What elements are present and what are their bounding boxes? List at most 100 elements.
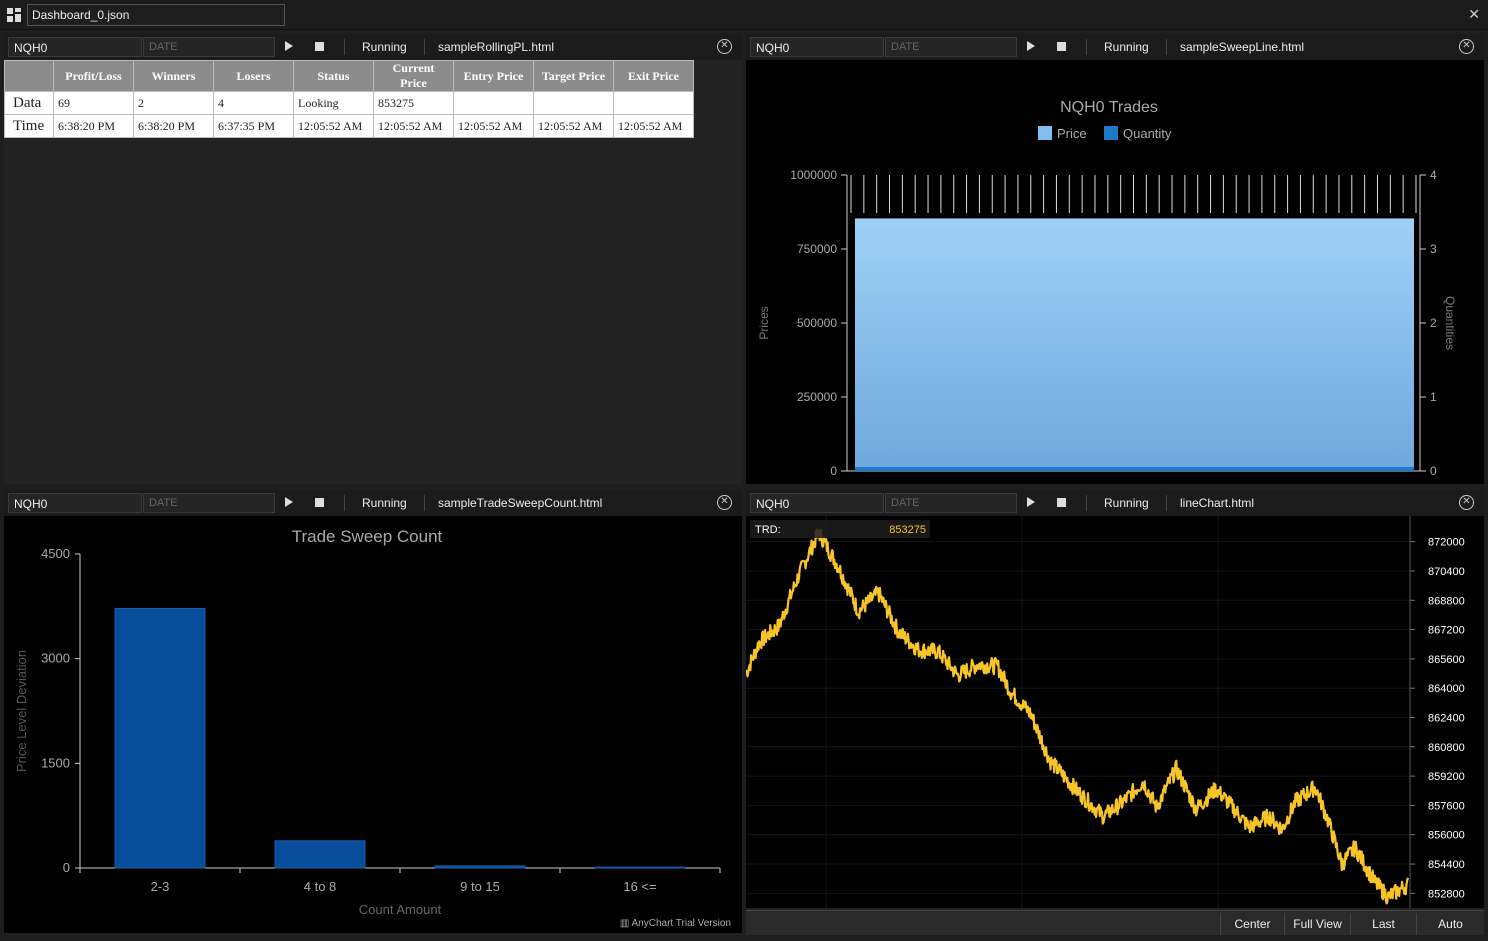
trial-watermark: ▥ AnyChart Trial Version [620,918,731,929]
y2-axis-title: Quantities [1443,296,1457,350]
table-cell: 12:05:52 AM [533,114,614,138]
panel-header: NQH0 DATE Running sampleTradeSweepCount.… [4,490,742,516]
legend-label[interactable]: Quantity [1123,126,1172,141]
y-tick-label: 250000 [797,390,837,404]
y-axis-title: Price Level Deviation [14,650,29,772]
dashboard-grid-icon[interactable] [7,8,21,22]
play-icon[interactable] [1027,41,1035,51]
date-input[interactable]: DATE [885,493,1017,513]
column-header: Target Price [533,60,614,92]
chart-controls: Center Full View Last Auto [746,910,1484,935]
corner-cell [4,60,54,92]
table-cell: 12:05:52 AM [293,114,374,138]
dashboard-filename-input[interactable]: Dashboard_0.json [27,4,285,26]
full-view-button[interactable]: Full View [1284,913,1350,935]
bar[interactable] [274,840,366,869]
column-header: Losers [213,60,294,92]
table-cell: Looking [293,91,374,115]
close-icon[interactable]: ✕ [1468,6,1480,23]
legend-label[interactable]: Price [1057,126,1087,141]
table-cell [533,91,614,115]
close-panel-icon[interactable]: ✕ [1459,495,1474,510]
center-button[interactable]: Center [1220,913,1284,935]
panel-file-name: sampleTradeSweepCount.html [438,496,603,510]
top-bar: Dashboard_0.json ✕ [0,0,1488,30]
status-label: Running [1104,496,1149,510]
date-input[interactable]: DATE [143,493,275,513]
last-button[interactable]: Last [1350,913,1416,935]
series-label: TRD: [755,524,781,536]
y-tick-label: 872000 [1428,537,1465,549]
close-panel-icon[interactable]: ✕ [717,495,732,510]
row-header: Time [4,114,54,138]
play-icon[interactable] [285,41,293,51]
panel-file-name: lineChart.html [1180,496,1255,510]
chart-title: Trade Sweep Count [292,527,443,546]
x-tick-label: 16 <= [623,879,656,894]
close-panel-icon[interactable]: ✕ [717,39,732,54]
table-cell: 12:05:52 AM [373,114,454,138]
y-tick-label: 864000 [1428,683,1465,695]
y-tick-label: 0 [830,464,837,478]
sweep-line-chart: NQH0 Trades Price Quantity 0 250000 500000 750… [746,60,1484,484]
table-cell: 4 [213,91,294,115]
y2-tick-label: 0 [1430,464,1437,478]
last-price-value: 853275 [889,524,926,536]
chart-title: NQH0 Trades [1060,99,1158,116]
table-cell: 6:37:35 PM [213,114,294,138]
symbol-input[interactable]: NQH0 [8,493,142,513]
panel-sweep-line: NQH0 DATE Running sampleSweepLine.html ✕… [746,34,1484,484]
table-cell: 69 [53,91,134,115]
column-header: Exit Price [613,60,694,92]
x-tick-label: 4 to 8 [304,879,337,894]
y-tick-label: 862400 [1428,713,1465,725]
column-header: Winners [133,60,214,92]
y-tick-label: 867200 [1428,625,1465,637]
date-input[interactable]: DATE [143,37,275,57]
divider [1086,495,1087,511]
y-tick-label: 852800 [1428,888,1465,900]
stop-icon[interactable] [1057,42,1066,51]
y-tick-label: 860800 [1428,742,1465,754]
table-cell [453,91,534,115]
auto-button[interactable]: Auto [1416,913,1484,935]
panel-header: NQH0 DATE Running sampleRollingPL.html ✕ [4,34,742,60]
play-icon[interactable] [285,497,293,507]
x-axis-title: Count Amount [359,902,442,917]
bar[interactable] [114,607,206,869]
divider [344,39,345,55]
y-tick-label: 1000000 [790,168,837,182]
table-cell: 12:05:52 AM [453,114,534,138]
bar[interactable] [594,866,686,869]
column-header: Current Price [373,60,454,92]
price-line-chart[interactable]: 872000 870400 868800 867200 865600 864000 8624… [746,516,1484,908]
stop-icon[interactable] [1057,498,1066,507]
stop-icon[interactable] [315,42,324,51]
play-icon[interactable] [1027,497,1035,507]
status-label: Running [362,40,407,54]
symbol-input[interactable]: NQH0 [8,37,142,57]
status-label: Running [1104,40,1149,54]
y2-tick-label: 1 [1430,390,1437,404]
table-cell: 853275 [373,91,454,115]
close-panel-icon[interactable]: ✕ [1459,39,1474,54]
bar[interactable] [434,865,526,869]
y-tick-label: 859200 [1428,771,1465,783]
panel-header: NQH0 DATE Running sampleSweepLine.html ✕ [746,34,1484,60]
y-axis-title: Prices [757,306,771,339]
table-cell: 6:38:20 PM [133,114,214,138]
y-tick-label: 0 [63,860,70,875]
symbol-input[interactable]: NQH0 [750,37,884,57]
table-row: Time 6:38:20 PM 6:38:20 PM 6:37:35 PM 12:05:… [4,114,694,138]
table-cell: 12:05:52 AM [613,114,694,138]
trade-sweep-count-chart: Trade Sweep Count 0 1500 3000 4500 2-3 4 to 8 9… [4,516,742,933]
x-tick-label: 2-3 [151,879,170,894]
symbol-input[interactable]: NQH0 [750,493,884,513]
date-input[interactable]: DATE [885,37,1017,57]
table-cell: 6:38:20 PM [53,114,134,138]
column-header: Profit/Loss [53,60,134,92]
y-tick-label: 854400 [1428,859,1465,871]
status-label: Running [362,496,407,510]
rolling-pl-table: Profit/Loss Winners Losers Status Current Pr… [4,60,694,138]
stop-icon[interactable] [315,498,324,507]
